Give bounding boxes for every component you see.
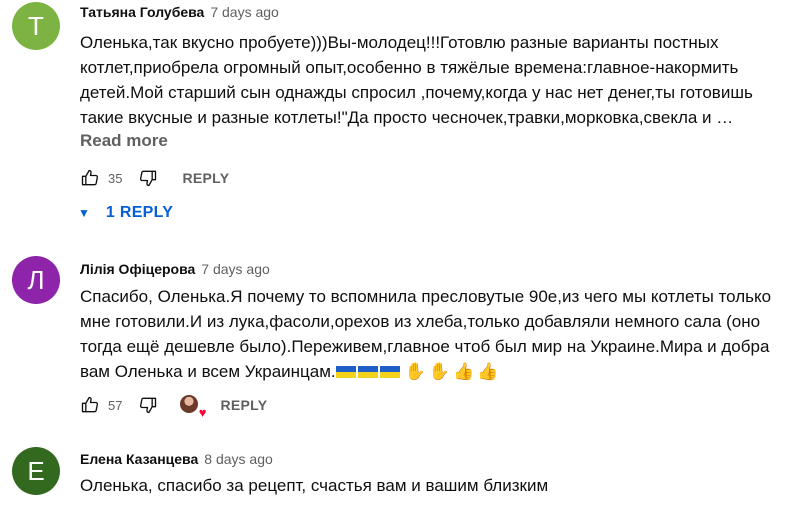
thumbs-up-emoji: 👍: [477, 362, 499, 382]
comment-actions: 57 ♥ REPLY: [78, 393, 267, 419]
comment-text-line: детей.Мой старший сын однажды спросил ,п…: [80, 83, 753, 102]
like-count: 35: [108, 170, 123, 186]
avatar[interactable]: Е: [12, 447, 60, 495]
thumbs-up-icon[interactable]: [78, 393, 102, 417]
ukraine-flag-emoji: [335, 366, 356, 378]
comment-header: Елена Казанцева 8 days ago: [80, 451, 273, 467]
clapping-hands-emoji: ✋: [428, 362, 450, 382]
timestamp[interactable]: 7 days ago: [201, 261, 270, 277]
heart-icon: ♥: [198, 405, 207, 420]
caret-down-icon: ▼: [78, 206, 90, 220]
comment-text-line: тогда ещё дешевле было).Переживем,главно…: [80, 337, 770, 356]
read-more-button[interactable]: Read more: [80, 131, 168, 151]
creator-avatar: [180, 395, 199, 413]
comment-text-line: Оленька,так вкусно пробуете)))Вы-молодец…: [80, 33, 719, 52]
thumbs-down-icon[interactable]: [136, 166, 160, 190]
author-name[interactable]: Лілія Офіцерова: [80, 261, 195, 277]
avatar[interactable]: Л: [12, 256, 60, 304]
comment-text-line: вам Оленька и всем Украинцам. ✋ ✋ 👍 👍: [80, 359, 780, 385]
thumbs-up-icon[interactable]: [78, 166, 102, 190]
ukraine-flag-emoji: [357, 366, 378, 378]
comment-text-line: такие вкусные и разные котлеты!"Да прост…: [80, 108, 734, 127]
like-count: 57: [108, 397, 123, 413]
author-name[interactable]: Татьяна Голубева: [80, 4, 204, 20]
comment-header: Татьяна Голубева 7 days ago: [80, 4, 279, 20]
view-replies-button[interactable]: ▼ 1 REPLY: [78, 204, 173, 222]
creator-heart-icon[interactable]: ♥: [178, 393, 206, 419]
timestamp[interactable]: 8 days ago: [204, 451, 273, 467]
comment-text-line: Оленька, спасибо за рецепт, счастья вам …: [80, 476, 549, 495]
comment-text-segment: вам Оленька и всем Украинцам.: [80, 362, 336, 381]
reply-button[interactable]: REPLY: [182, 170, 229, 186]
comment-header: Лілія Офіцерова 7 days ago: [80, 261, 270, 277]
comment-text-line: Спасибо, Оленька.Я почему то вспомнила п…: [80, 287, 772, 306]
ukraine-flag-emoji: [379, 366, 400, 378]
reply-button[interactable]: REPLY: [220, 397, 267, 413]
author-name[interactable]: Елена Казанцева: [80, 451, 198, 467]
comment-text-line: мне готовили.И из лука,фасоли,орехов из …: [80, 312, 761, 331]
avatar[interactable]: Т: [12, 2, 60, 50]
comment-text: Спасибо, Оленька.Я почему то вспомнила п…: [80, 284, 780, 385]
view-replies-label: 1 REPLY: [105, 204, 174, 221]
thumbs-up-emoji: 👍: [452, 362, 475, 382]
comment-text-line: котлет,приобрела огромный опыт,особенно …: [80, 58, 739, 77]
comment-text: Оленька, спасибо за рецепт, счастья вам …: [80, 473, 780, 498]
comment-text: Оленька,так вкусно пробуете)))Вы-молодец…: [80, 30, 780, 130]
clapping-hands-emoji: ✋: [404, 362, 426, 382]
comment-actions: 35 REPLY: [78, 166, 229, 190]
timestamp[interactable]: 7 days ago: [210, 4, 279, 20]
thumbs-down-icon[interactable]: [136, 393, 160, 417]
